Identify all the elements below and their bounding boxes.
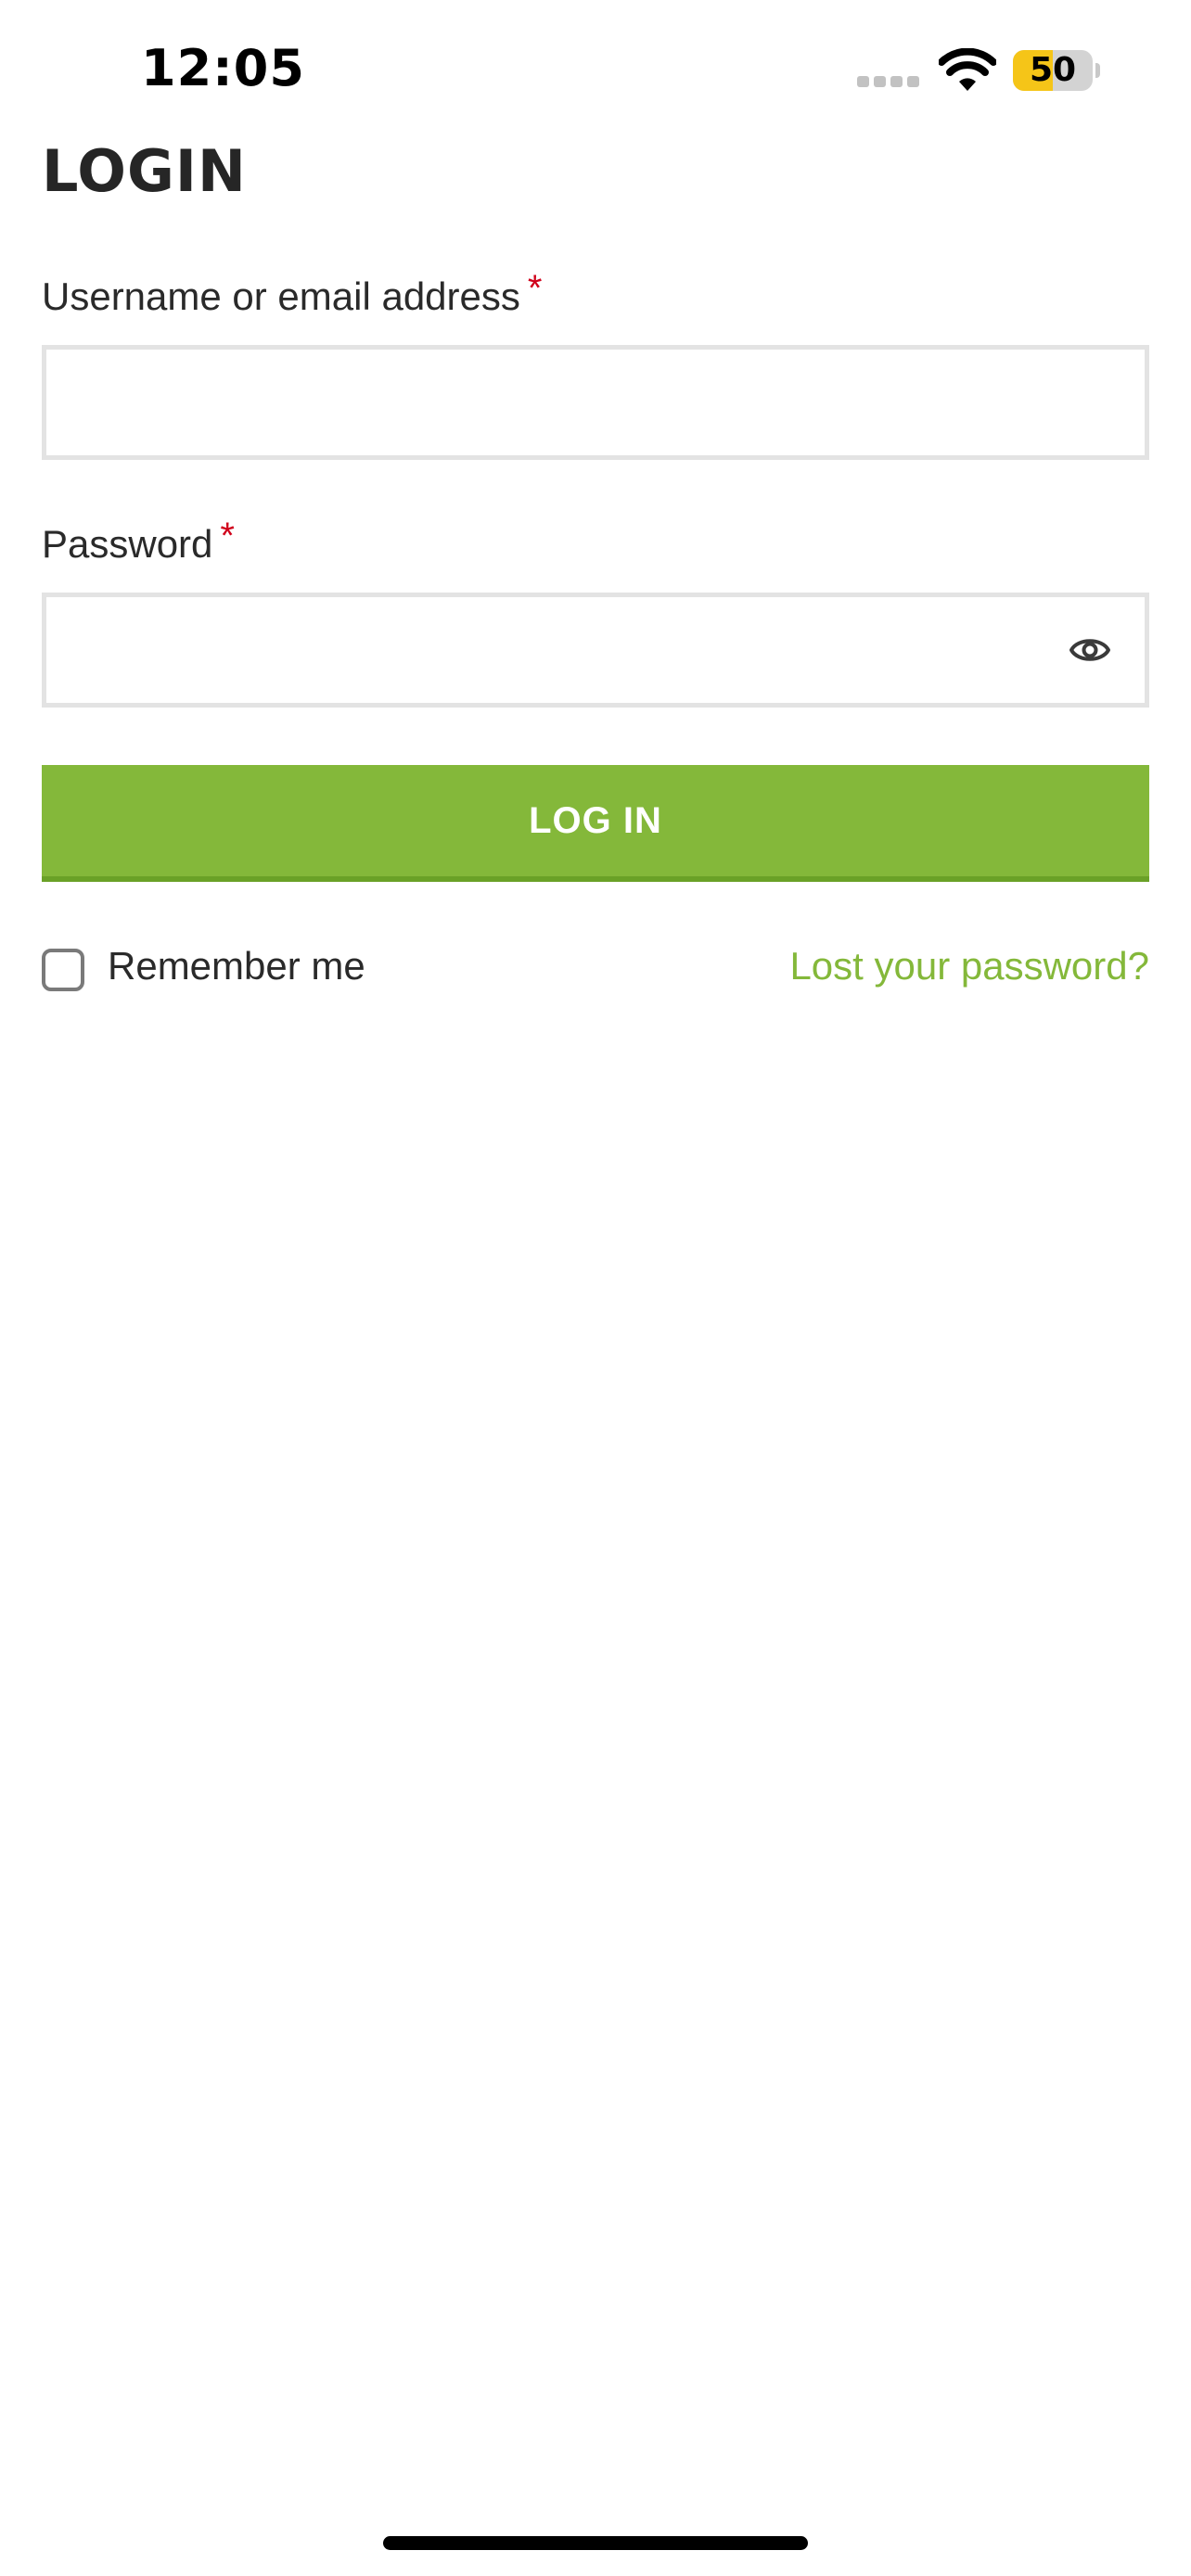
status-bar: 12:05 50 [0, 0, 1191, 139]
username-label-text: Username or email address [42, 274, 520, 318]
remember-me-checkbox[interactable] [42, 949, 84, 991]
battery-icon: 50 [1013, 50, 1102, 91]
username-input[interactable] [42, 345, 1149, 460]
battery-cap [1095, 63, 1100, 78]
cellular-signal-dots-icon [857, 76, 920, 89]
show-password-eye-icon[interactable] [1069, 632, 1111, 668]
battery-body: 50 [1013, 50, 1093, 91]
remember-me-label: Remember me [108, 944, 365, 988]
username-required-mark: * [527, 268, 543, 309]
page-title: LOGIN [42, 137, 247, 205]
password-label-text: Password [42, 522, 213, 566]
login-button[interactable]: LOG IN [42, 765, 1149, 882]
lost-password-link[interactable]: Lost your password? [789, 944, 1149, 988]
status-time: 12:05 [141, 39, 305, 97]
wifi-icon [939, 48, 996, 91]
login-screen: 12:05 50 LOGIN Username or email address… [0, 0, 1191, 2576]
password-required-mark: * [220, 516, 235, 556]
password-input[interactable] [42, 593, 1149, 708]
home-indicator[interactable] [383, 2536, 808, 2550]
username-label: Username or email address * [42, 268, 542, 319]
password-label: Password * [42, 516, 235, 567]
battery-percent: 50 [1029, 51, 1077, 89]
